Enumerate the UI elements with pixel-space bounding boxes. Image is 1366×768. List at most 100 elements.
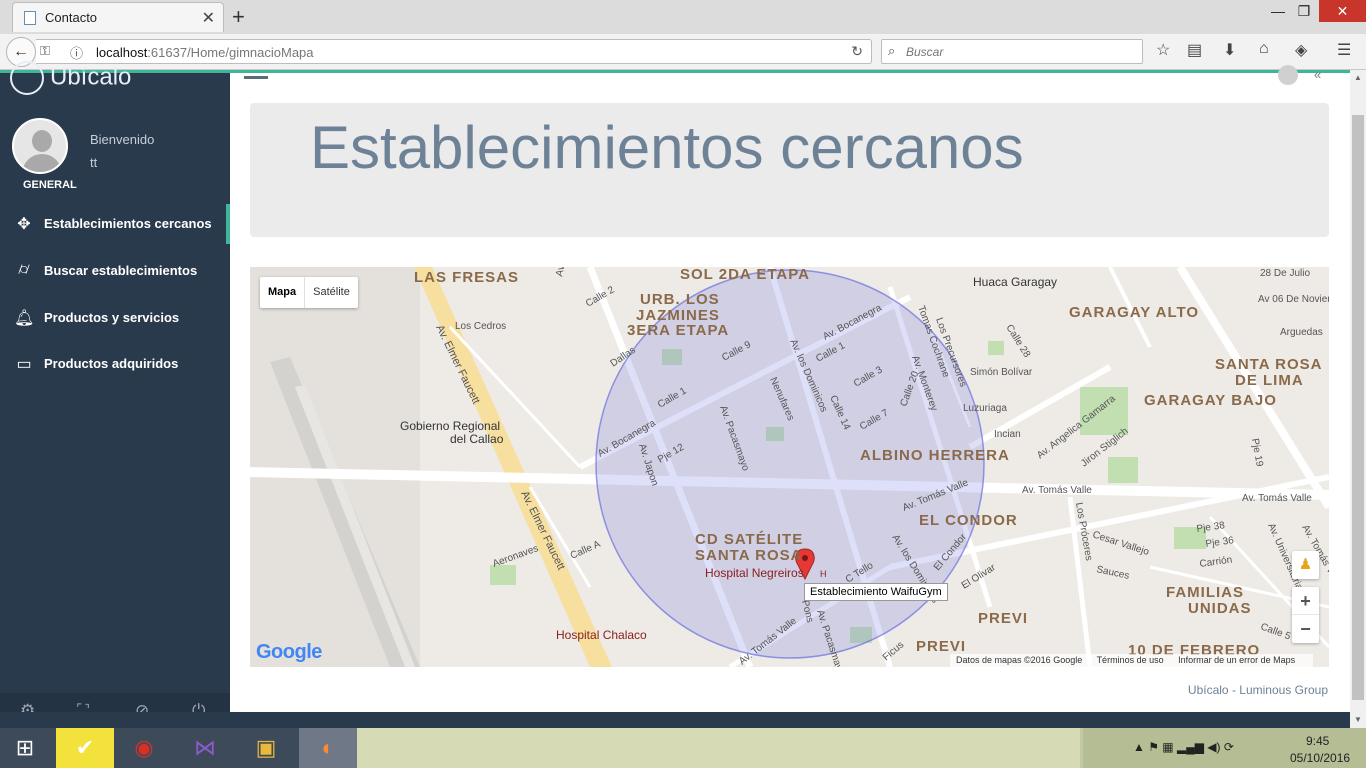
zoom-out-button[interactable]: − (1292, 615, 1319, 643)
map-label: Av. Tomás Valle (1242, 493, 1312, 504)
reading-list-icon[interactable]: ▤ (1187, 40, 1202, 60)
map-label: DE LIMA (1235, 372, 1304, 389)
sidebar-item-label: Productos adquiridos (44, 356, 179, 371)
tab-close-icon[interactable]: ✕ (202, 8, 215, 28)
map-label: Luzuriaga (963, 403, 1007, 414)
sidebar-item-label: Establecimientos cercanos (44, 216, 212, 231)
map-label: LAS FRESAS (414, 269, 519, 286)
bell-icon: 🔔︎ (14, 310, 35, 327)
hamburger-icon[interactable] (244, 73, 268, 79)
google-logo: Google (256, 641, 322, 664)
zoom-in-button[interactable]: + (1292, 587, 1319, 615)
map-label: 28 De Julio (1260, 268, 1310, 279)
downloads-icon[interactable]: ⬇ (1223, 40, 1236, 60)
brand-name: Ubícalo (50, 63, 132, 91)
marker-label: Establecimiento WaifuGym (804, 583, 948, 601)
map-label: Incian (994, 429, 1021, 440)
map-type-control: Mapa Satélite (260, 277, 358, 308)
map-label: Hospital Chalaco (556, 628, 647, 642)
map[interactable]: LAS FRESAS SOL 2DA ETAPA URB. LOS JAZMIN… (250, 267, 1329, 667)
username: tt (90, 155, 98, 170)
new-tab-icon[interactable]: + (232, 4, 245, 30)
sidebar-item-productos-adquiridos[interactable]: ▭ Productos adquiridos (0, 344, 230, 384)
home-icon[interactable]: ⌂ (1259, 40, 1269, 58)
binoculars-icon: ⌭ (18, 261, 30, 278)
google-logo-text: Google (256, 641, 322, 663)
map-label: GARAGAY BAJO (1144, 392, 1277, 409)
map-type-mapa-button[interactable]: Mapa (260, 277, 306, 308)
sticky-notes-icon[interactable]: ✔ (56, 728, 114, 768)
map-label: Av. Tomás Valle (1022, 485, 1092, 496)
sidebar-item-buscar-establecimientos[interactable]: ⌭ Buscar establecimientos (0, 251, 230, 291)
user-avatar-icon[interactable] (1278, 65, 1298, 85)
credit-card-icon: ▭ (16, 356, 32, 373)
start-button[interactable]: ⊞ (0, 728, 50, 768)
page-favicon-icon (24, 11, 36, 25)
map-label: Gobierno Regional (400, 419, 500, 433)
map-label: CD SATÉLITE (695, 531, 803, 548)
map-label: H (820, 569, 827, 579)
page-scrollbar[interactable]: ▲ ▼ (1350, 70, 1366, 728)
map-canvas: LAS FRESAS SOL 2DA ETAPA URB. LOS JAZMIN… (250, 267, 1329, 667)
map-label: Hospital Negreiros (705, 566, 804, 580)
visual-studio-icon[interactable]: ⋈ (176, 728, 234, 768)
map-label: UNIDAS (1188, 600, 1252, 617)
top-bar: « (230, 65, 1350, 98)
avatar (12, 118, 68, 174)
browser-tab[interactable]: Contacto ✕ (12, 2, 224, 32)
url-text: localhost:61637/Home/gimnacioMapa (96, 45, 314, 60)
footer-text[interactable]: Ubícalo - Luminous Group (1188, 683, 1328, 697)
footer-bar (0, 712, 1350, 728)
reload-icon[interactable]: ↻ (851, 43, 863, 60)
main-content: « Establecimientos cercanos LAS FRESAS S… (230, 65, 1350, 728)
window-restore-button[interactable]: ❐ (1289, 0, 1319, 22)
system-tray[interactable]: ▲ ⚑ ▦ ▂▄▆ ◀) ⟳ (1133, 740, 1234, 754)
clock-time[interactable]: 9:45 (1306, 734, 1329, 748)
sidebar-item-productos-y-servicios[interactable]: 🔔︎ Productos y servicios (0, 298, 230, 338)
chrome-icon[interactable]: ◉ (115, 728, 173, 768)
address-bar[interactable]: ⚿ ⓘ localhost:61637/Home/gimnacioMapa ↻ (36, 39, 872, 64)
map-label: Av 06 De Noviembr (1258, 294, 1329, 305)
report-error-link[interactable]: Informar de un error de Maps (1178, 655, 1295, 665)
windows-taskbar: ⊞ ✔ ◉ ⋈ ▣ ◐ ▲ ⚑ ▦ ▂▄▆ ◀) ⟳ 9:45 05/10/20… (0, 728, 1366, 768)
map-label: del Callao (450, 432, 504, 446)
info-icon[interactable]: ⓘ (70, 43, 83, 62)
file-explorer-icon[interactable]: ▣ (237, 728, 295, 768)
page-footer: Ubícalo - Luminous Group (230, 677, 1328, 707)
search-box[interactable]: ⌕ (881, 39, 1143, 64)
clock-date[interactable]: 05/10/2016 (1290, 751, 1350, 765)
key-icon: ⚿ (40, 43, 50, 58)
search-icon: ⌕ (888, 43, 896, 58)
map-label: GARAGAY ALTO (1069, 304, 1199, 321)
terms-link[interactable]: Términos de uso (1097, 655, 1164, 665)
map-label: 3ERA ETAPA (627, 322, 729, 339)
sidebar-item-establecimientos-cercanos[interactable]: ✥ Establecimientos cercanos (0, 204, 230, 244)
search-input[interactable] (906, 43, 1136, 60)
map-label: SANTA ROSA (695, 547, 803, 564)
map-label: Los Cedros (455, 321, 506, 332)
page-title: Establecimientos cercanos (310, 114, 1024, 181)
sidebar-item-label: Buscar establecimientos (44, 263, 198, 278)
map-data-credit: Datos de mapas ©2016 Google (956, 655, 1083, 665)
map-label: URB. LOS (640, 291, 720, 308)
window-close-button[interactable]: ✕ (1319, 0, 1366, 22)
scroll-down-icon[interactable]: ▼ (1350, 712, 1366, 728)
map-type-satelite-button[interactable]: Satélite (305, 277, 358, 308)
brand-logo-icon (10, 61, 44, 95)
bookmark-star-icon[interactable]: ☆ (1156, 40, 1170, 60)
zoom-control: + − (1292, 587, 1319, 643)
firefox-icon[interactable]: ◐ (299, 728, 357, 768)
pocket-icon[interactable]: ◈ (1295, 40, 1307, 60)
collapse-icon[interactable]: « (1314, 67, 1321, 82)
map-label: Arguedas (1280, 327, 1323, 338)
page-header: Establecimientos cercanos (250, 103, 1329, 237)
scroll-thumb[interactable] (1352, 115, 1364, 700)
menu-icon[interactable]: ☰ (1337, 40, 1351, 60)
brand[interactable]: Ubícalo (10, 61, 131, 95)
map-label: FAMILIAS (1166, 584, 1244, 601)
map-label: ALBINO HERRERA (860, 447, 1010, 464)
street-view-pegman-icon[interactable]: ♟ (1292, 551, 1319, 579)
map-label: SOL 2DA ETAPA (680, 267, 810, 283)
tab-title: Contacto (45, 10, 98, 25)
scroll-up-icon[interactable]: ▲ (1350, 70, 1366, 86)
